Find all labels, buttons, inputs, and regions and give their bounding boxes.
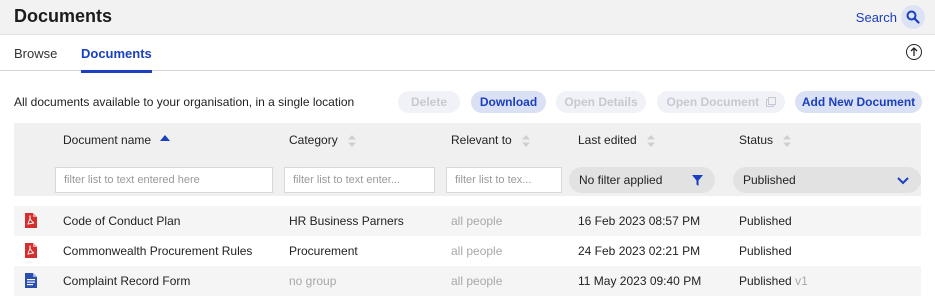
column-header-label: Relevant to — [451, 133, 512, 147]
filter-last-edited-value: No filter applied — [579, 173, 663, 187]
version-badge: v1 — [795, 274, 808, 288]
category: HR Business Parners — [289, 214, 404, 228]
filter-funnel-icon — [692, 175, 703, 186]
document-name[interactable]: Complaint Record Form — [63, 274, 190, 288]
upload-icon[interactable] — [905, 43, 923, 61]
sort-icon — [783, 134, 792, 147]
app-header: Documents Search — [0, 0, 935, 35]
tab-documents[interactable]: Documents — [81, 46, 152, 73]
table-header: Document name Category Relevant to Last … — [14, 123, 921, 196]
delete-button[interactable]: Delete — [398, 91, 460, 113]
filter-relevant-to-input[interactable]: filter list to tex... — [446, 167, 562, 193]
sort-icon — [348, 134, 357, 147]
pdf-file-icon — [25, 243, 37, 258]
table-row[interactable]: Complaint Record Form no group all peopl… — [14, 266, 921, 296]
last-edited: 24 Feb 2023 02:21 PM — [578, 244, 701, 258]
toolbar-description: All documents available to your organisa… — [14, 95, 355, 109]
column-header-label: Category — [289, 133, 338, 147]
category: Procurement — [289, 244, 358, 258]
sort-icon — [522, 134, 531, 147]
search-link[interactable]: Search — [856, 10, 897, 25]
status: Published — [739, 214, 792, 228]
status: Published v1 — [739, 274, 808, 288]
column-header-label: Status — [739, 133, 774, 147]
filter-document-name-input[interactable]: filter list to text entered here — [55, 167, 273, 193]
search-button[interactable] — [901, 5, 925, 29]
status-label: Published — [739, 274, 792, 288]
download-button[interactable]: Download — [471, 91, 546, 113]
relevant-to: all people — [451, 214, 503, 228]
table-row[interactable]: Code of Conduct Plan HR Business Parners… — [14, 206, 921, 236]
filter-last-edited-select[interactable]: No filter applied — [569, 167, 715, 193]
filter-status-value: Published — [743, 173, 796, 187]
category: no group — [289, 274, 337, 288]
toolbar: All documents available to your organisa… — [0, 88, 935, 116]
document-name[interactable]: Commonwealth Procurement Rules — [63, 244, 252, 258]
column-header-label: Last edited — [578, 133, 637, 147]
document-name[interactable]: Code of Conduct Plan — [63, 214, 180, 228]
pdf-file-icon — [25, 213, 37, 228]
relevant-to: all people — [451, 274, 503, 288]
table-row[interactable]: Commonwealth Procurement Rules Procureme… — [14, 236, 921, 266]
open-document-button[interactable]: Open Document — [657, 91, 785, 113]
filter-category-input[interactable]: filter list to text enter... — [284, 167, 435, 193]
column-header-label: Document name — [63, 133, 152, 147]
filter-status-select[interactable]: Published — [733, 167, 921, 193]
column-header-status[interactable]: Status — [739, 133, 793, 148]
external-link-icon — [765, 97, 776, 107]
last-edited: 11 May 2023 09:40 PM — [578, 274, 702, 288]
relevant-to: all people — [451, 244, 503, 258]
add-new-document-button[interactable]: Add New Document — [795, 91, 922, 113]
column-header-last-edited[interactable]: Last edited — [578, 133, 657, 148]
page-title: Documents — [14, 6, 113, 26]
column-header-category[interactable]: Category — [289, 133, 358, 148]
tab-bar: Browse Documents — [0, 35, 935, 73]
last-edited: 16 Feb 2023 08:57 PM — [578, 214, 701, 228]
open-details-button[interactable]: Open Details — [556, 91, 646, 113]
chevron-down-icon — [897, 177, 909, 185]
word-file-icon — [25, 273, 37, 288]
tab-browse[interactable]: Browse — [14, 46, 57, 61]
open-document-label: Open Document — [666, 95, 760, 109]
status: Published — [739, 244, 792, 258]
search-icon — [906, 10, 920, 24]
sort-ascending-icon — [160, 134, 171, 141]
sort-icon — [647, 134, 656, 147]
column-header-document-name[interactable]: Document name — [63, 133, 171, 148]
column-header-relevant-to[interactable]: Relevant to — [451, 133, 532, 148]
